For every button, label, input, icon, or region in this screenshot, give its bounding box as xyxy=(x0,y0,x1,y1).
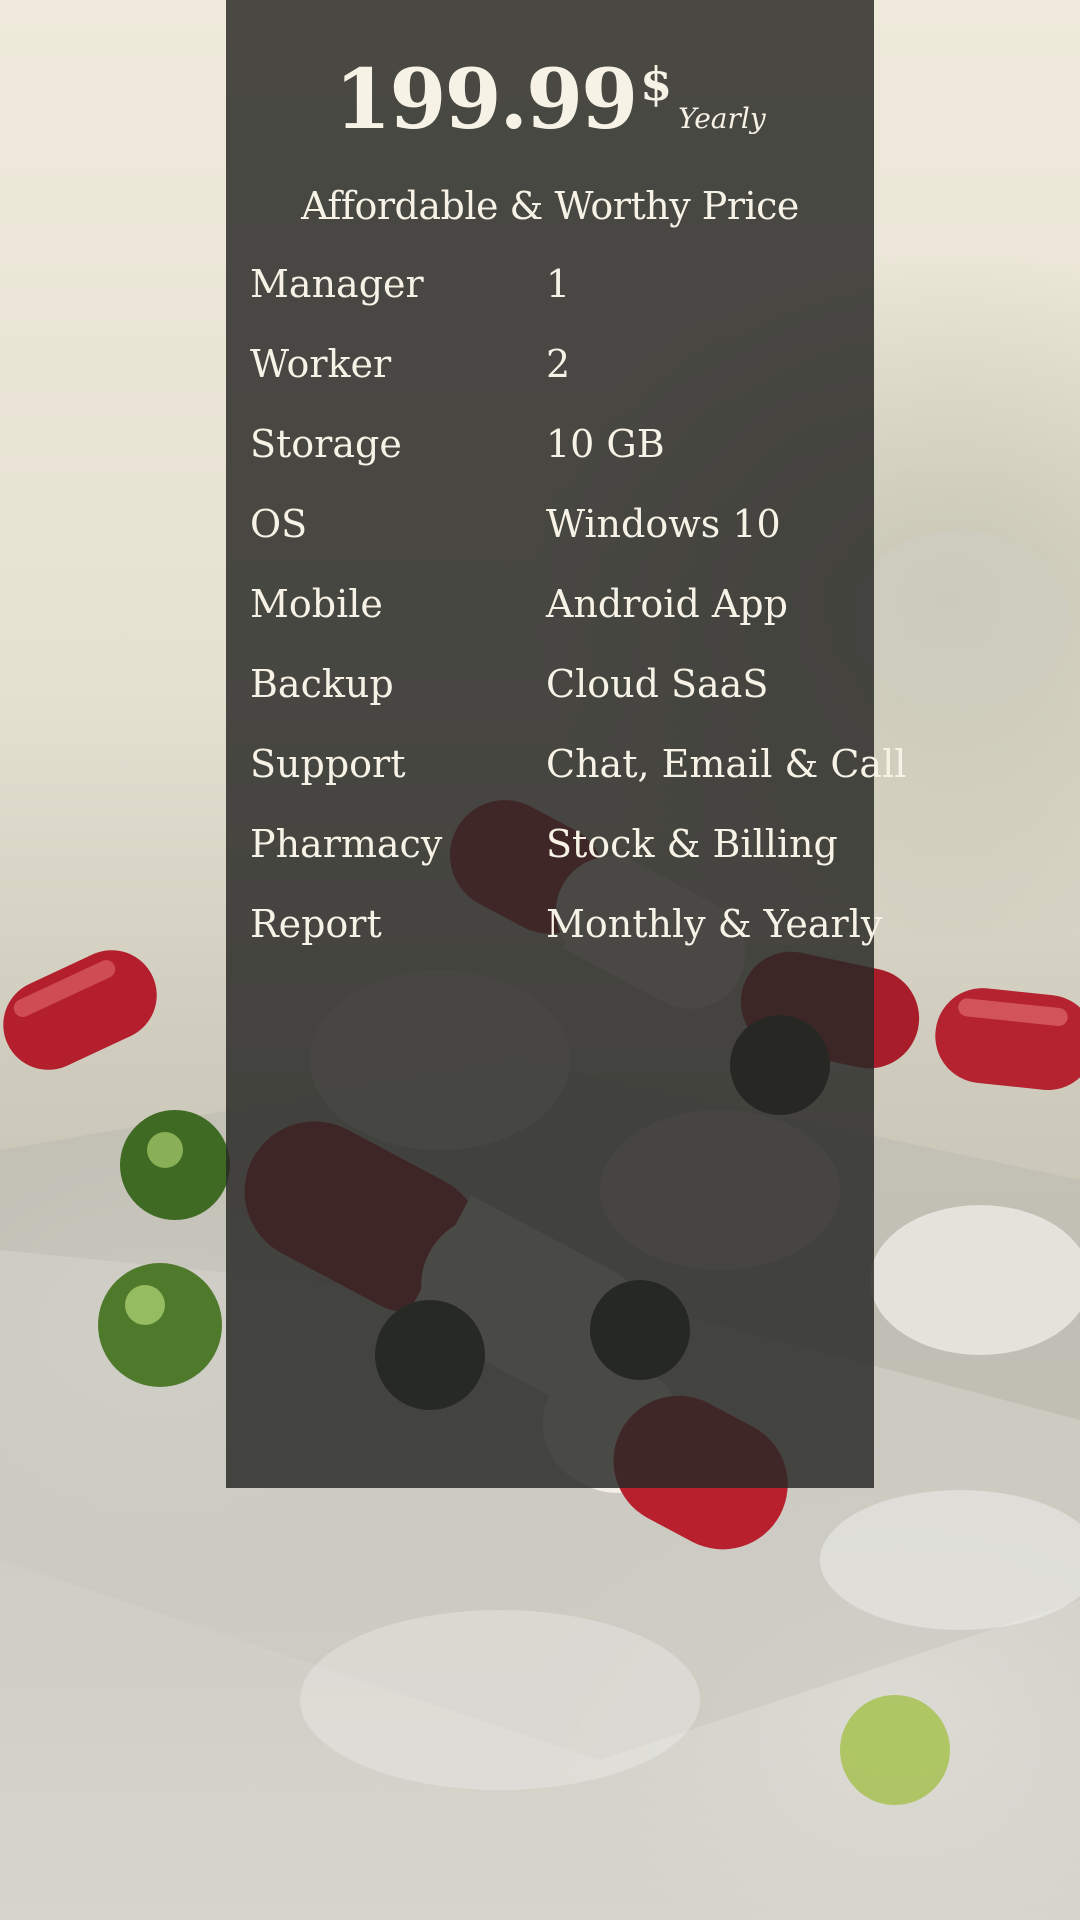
price-amount: 199.99 xyxy=(334,52,638,148)
feature-row-storage: Storage 10 GB xyxy=(250,422,870,502)
feature-row-pharmacy: Pharmacy Stock & Billing xyxy=(250,822,870,902)
feature-label: Support xyxy=(250,742,406,786)
feature-label: OS xyxy=(250,502,308,546)
feature-value: Monthly & Yearly xyxy=(546,902,883,946)
feature-label: Pharmacy xyxy=(250,822,443,866)
feature-row-worker: Worker 2 xyxy=(250,342,870,422)
feature-label: Storage xyxy=(250,422,402,466)
feature-label: Manager xyxy=(250,262,424,306)
feature-value: 1 xyxy=(546,262,571,306)
pricing-card: 199.99$Yearly Affordable & Worthy Price … xyxy=(226,0,906,1488)
price-currency: $ xyxy=(640,57,673,111)
feature-row-os: OS Windows 10 xyxy=(250,502,870,582)
feature-list: Manager 1 Worker 2 Storage 10 GB OS Wind… xyxy=(250,262,906,982)
feature-label: Worker xyxy=(250,342,392,386)
feature-row-backup: Backup Cloud SaaS xyxy=(250,662,870,742)
feature-label: Mobile xyxy=(250,582,383,626)
feature-value: 10 GB xyxy=(546,422,665,466)
feature-value: Stock & Billing xyxy=(546,822,838,866)
feature-value: Android App xyxy=(546,582,788,626)
feature-value: Chat, Email & Call xyxy=(546,742,907,786)
feature-row-manager: Manager 1 xyxy=(250,262,870,342)
feature-row-mobile: Mobile Android App xyxy=(250,582,870,662)
feature-label: Backup xyxy=(250,662,394,706)
feature-row-support: Support Chat, Email & Call xyxy=(250,742,906,822)
price-heading: 199.99$Yearly xyxy=(226,52,874,148)
feature-value: Windows 10 xyxy=(546,502,781,546)
feature-value: Cloud SaaS xyxy=(546,662,769,706)
feature-value: 2 xyxy=(546,342,571,386)
feature-row-report: Report Monthly & Yearly xyxy=(250,902,882,982)
price-period: Yearly xyxy=(678,102,766,135)
feature-label: Report xyxy=(250,902,382,946)
price-subtitle: Affordable & Worthy Price xyxy=(301,184,799,228)
